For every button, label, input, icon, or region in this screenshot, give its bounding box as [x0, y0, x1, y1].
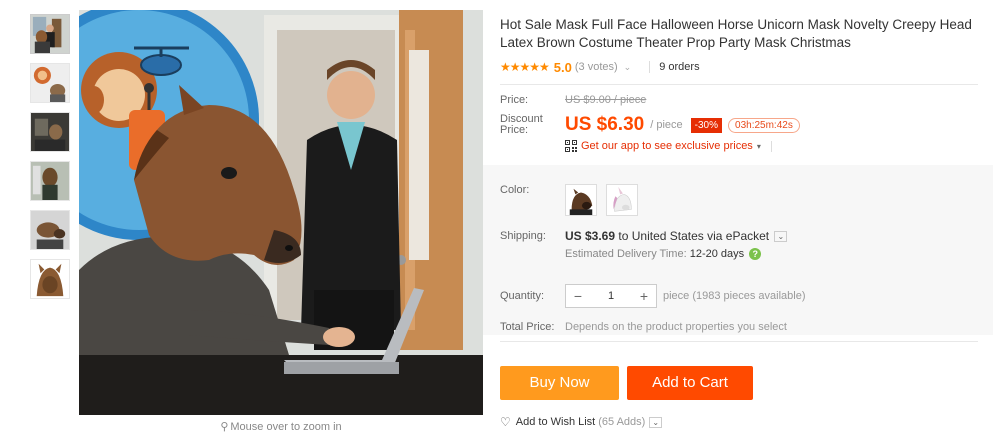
color-swatch-white-unicorn[interactable]	[606, 184, 638, 216]
thumbnail-6[interactable]	[30, 259, 70, 299]
total-price-label: Total Price:	[500, 321, 555, 333]
heart-icon[interactable]: ♡	[500, 415, 511, 429]
quantity-label: Quantity:	[500, 290, 545, 302]
shipping-row: Shipping: US $3.69 to United States via …	[500, 229, 788, 261]
price-unit: / piece	[650, 119, 683, 131]
add-to-wish-list-link[interactable]: Add to Wish List	[516, 416, 595, 428]
shipping-label: Shipping:	[500, 230, 546, 242]
delivery-estimate: Estimated Delivery Time: 12-20 days ?	[565, 248, 787, 261]
thumbnail-2[interactable]	[30, 63, 70, 103]
votes-link[interactable]: (3 votes)	[575, 61, 618, 73]
divider	[500, 341, 978, 342]
rating-value: 5.0	[553, 59, 572, 75]
divider	[649, 61, 651, 73]
original-price-row: Price: US $9.00 / piece	[500, 94, 646, 106]
discount-label-line2: Price:	[500, 124, 529, 136]
color-selector: Color:	[500, 184, 647, 216]
shipping-cost: US $3.69	[565, 229, 616, 243]
app-promo-link[interactable]: Get our app to see exclusive prices	[581, 140, 753, 152]
discount-price-row: Discount Price: US $6.30 / piece -30% 03…	[500, 114, 800, 136]
orders-count: 9 orders	[659, 61, 700, 73]
main-product-image[interactable]	[79, 10, 483, 415]
thumbnail-5[interactable]	[30, 210, 70, 250]
product-title: Hot Sale Mask Full Face Halloween Horse …	[500, 17, 972, 50]
delivery-days: 12-20 days	[689, 248, 745, 260]
chevron-down-icon[interactable]: ⌄	[624, 62, 632, 73]
stock-note: piece (1983 pieces available)	[663, 290, 806, 302]
divider	[500, 84, 978, 85]
thumbnail-1[interactable]	[30, 14, 70, 54]
shipping-method[interactable]: US $3.69 to United States via ePacket ⌄	[565, 229, 788, 243]
product-detail: Hot Sale Mask Full Face Halloween Horse …	[500, 16, 990, 429]
color-swatch-brown-horse[interactable]	[565, 184, 597, 216]
discount-badge: -30%	[690, 117, 723, 133]
help-icon[interactable]: ?	[749, 248, 762, 261]
wish-count: (65 Adds)	[598, 416, 646, 428]
total-price-row: Total Price: Depends on the product prop…	[500, 321, 787, 333]
rating-row: ★★★★★ 5.0 (3 votes) ⌄ 9 orders	[500, 58, 990, 76]
shipping-destination: to United States via ePacket	[615, 229, 770, 243]
buy-now-button[interactable]: Buy Now	[500, 366, 619, 400]
zoom-hint: ⚲ Mouse over to zoom in	[79, 420, 483, 433]
countdown-timer: 03h:25m:42s	[728, 117, 800, 133]
quantity-decrease-button[interactable]: −	[566, 285, 590, 307]
chevron-down-icon[interactable]: ▾	[757, 142, 761, 151]
price-label: Price:	[500, 94, 529, 106]
magnifier-icon: ⚲	[220, 421, 229, 433]
qr-code-icon	[565, 140, 577, 152]
wish-list-row: ♡ Add to Wish List (65 Adds) ⌄	[500, 415, 663, 429]
divider	[770, 140, 772, 152]
quantity-row: Quantity: − 1 + piece (1983 pieces avail…	[500, 284, 805, 308]
original-price: US $9.00 / piece	[565, 94, 647, 106]
app-promo[interactable]: Get our app to see exclusive prices ▾	[565, 140, 772, 152]
total-price-value: Depends on the product properties you se…	[565, 321, 787, 333]
add-to-cart-button[interactable]: Add to Cart	[627, 366, 753, 400]
chevron-down-icon[interactable]: ⌄	[774, 231, 788, 243]
thumbnail-strip	[30, 14, 72, 308]
chevron-down-icon[interactable]: ⌄	[649, 416, 663, 428]
quantity-input[interactable]: 1	[590, 285, 632, 307]
discount-price-label: Discount Price:	[500, 114, 565, 136]
color-label: Color:	[500, 184, 530, 196]
quantity-stepper: − 1 +	[565, 284, 657, 308]
quantity-increase-button[interactable]: +	[632, 285, 656, 307]
thumbnail-4[interactable]	[30, 161, 70, 201]
discount-price: US $6.30	[565, 114, 645, 135]
zoom-hint-text: Mouse over to zoom in	[230, 421, 342, 433]
delivery-prefix: Estimated Delivery Time:	[565, 248, 690, 260]
thumbnail-3[interactable]	[30, 112, 70, 152]
star-rating-icon: ★★★★★	[500, 60, 550, 74]
